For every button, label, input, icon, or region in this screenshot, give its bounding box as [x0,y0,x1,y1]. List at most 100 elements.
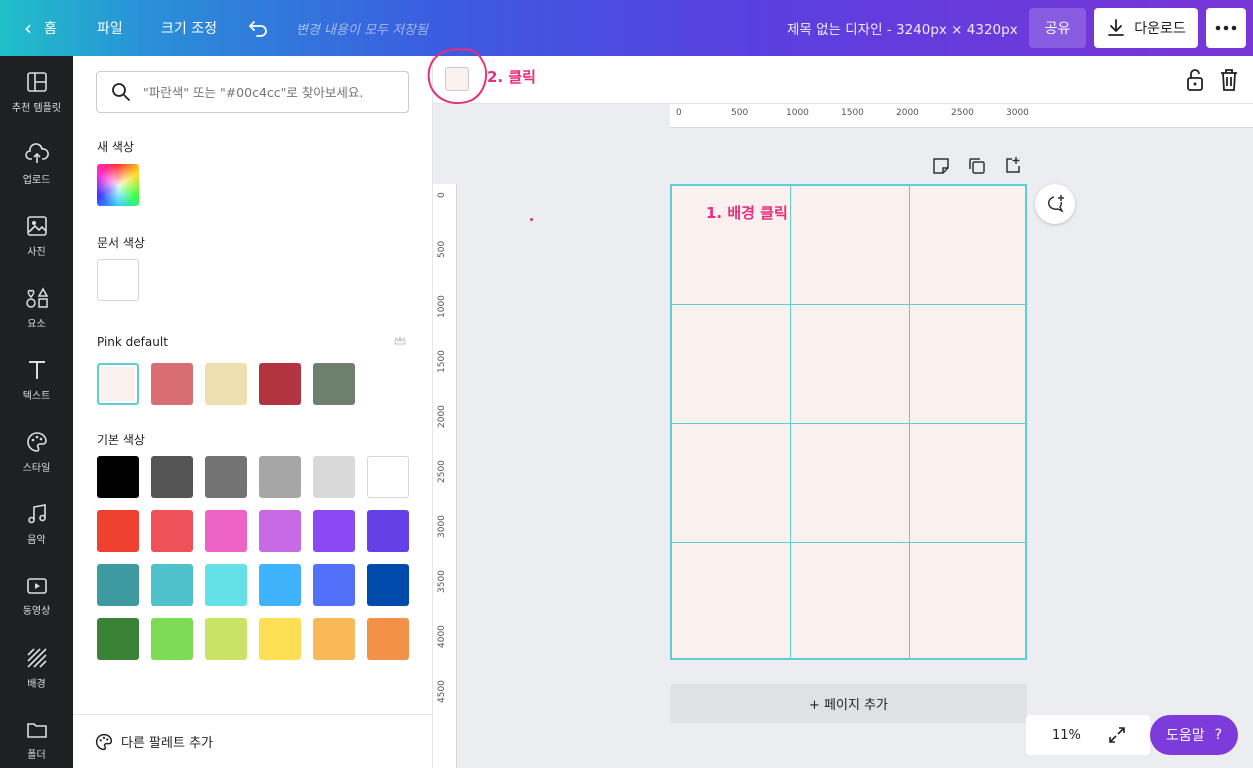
video-icon [26,577,47,594]
chevron-left-icon: ‹ [24,16,32,40]
basic-color-swatch[interactable] [313,618,355,660]
add-comment-button[interactable] [1035,184,1075,224]
color-search-input[interactable] [143,84,393,100]
basic-color-swatch[interactable] [205,564,247,606]
annotation-step-2: 2. 클릭 [487,68,536,86]
document-title[interactable]: 제목 없는 디자인 - 3240px × 4320px [787,0,1018,56]
basic-color-swatch[interactable] [367,564,409,606]
sidebar-item-video[interactable]: 동영상 [0,560,73,632]
annotation-step-1: 1. 배경 클릭 [706,204,788,222]
sidebar-item-upload[interactable]: 업로드 [0,128,73,200]
basic-color-swatch[interactable] [151,510,193,552]
palette-swatch[interactable] [259,363,301,405]
ruler-label: 3500 [437,570,447,593]
basic-color-swatch[interactable] [97,618,139,660]
download-button[interactable]: 다운로드 [1094,8,1198,48]
grid-line [672,542,1025,543]
download-icon [1108,19,1125,36]
basic-color-swatch[interactable] [367,510,409,552]
palette-swatch[interactable] [151,363,193,405]
basic-color-swatch[interactable] [259,564,301,606]
sidebar-item-style[interactable]: 스타일 [0,416,73,488]
basic-color-swatch[interactable] [205,456,247,498]
basic-color-swatch[interactable] [151,456,193,498]
layout-icon [26,71,47,92]
palette-title: Pink default [97,335,168,349]
basic-color-swatch[interactable] [259,456,301,498]
elements-icon [25,286,48,308]
undo-icon [249,21,267,37]
basic-color-swatch[interactable] [259,618,301,660]
more-dots-icon [1215,25,1237,31]
color-search-box[interactable] [96,71,409,113]
basic-color-swatch[interactable] [97,456,139,498]
sidebar-label: 동영상 [22,605,51,617]
sidebar-item-background[interactable]: 배경 [0,632,73,704]
resize-menu[interactable]: 크기 조정 [161,0,217,56]
basic-color-swatch[interactable] [151,564,193,606]
search-icon [112,83,130,101]
design-page[interactable]: 1. 배경 클릭 [670,184,1027,660]
file-menu[interactable]: 파일 [97,0,123,56]
upload-cloud-icon [24,142,49,163]
unlock-icon[interactable] [1185,68,1205,92]
undo-button[interactable] [248,0,268,56]
zoom-control[interactable]: 11% [1026,715,1150,755]
grid-line [672,304,1025,305]
add-page-icon[interactable] [1004,156,1022,174]
add-palette-button[interactable]: 다른 팔레트 추가 [73,714,432,768]
editor-toolbar: 2. 클릭 [427,48,1253,105]
basic-color-swatch[interactable] [97,510,139,552]
basic-color-swatch[interactable] [313,510,355,552]
left-ruler: 0 500 1000 1500 2000 2500 3000 3500 4000… [433,184,457,768]
sidebar-item-templates[interactable]: 추천 템플릿 [0,56,73,128]
trash-icon[interactable] [1219,68,1239,92]
doc-color-swatch[interactable] [97,259,139,301]
duplicate-page-icon[interactable] [968,157,986,175]
new-color-picker[interactable] [97,164,139,206]
doc-color-title: 문서 색상 [97,236,145,250]
basic-color-swatch[interactable] [313,456,355,498]
add-page-button[interactable]: + 페이지 추가 [670,684,1027,723]
grid-line [672,423,1025,424]
ruler-label: 1500 [841,108,864,118]
note-icon[interactable] [932,157,950,175]
ruler-label: 4500 [437,680,447,703]
canvas-workspace: 0 500 1000 1500 2000 2500 3000 0 500 100… [433,104,1253,768]
ruler-label: 4000 [437,625,447,648]
home-button[interactable]: ‹ 홈 [24,0,57,56]
palette-swatch[interactable] [313,363,355,405]
sidebar-label: 추천 템플릿 [11,102,62,114]
new-color-title: 새 색상 [97,140,134,154]
basic-color-swatch[interactable] [151,618,193,660]
palette-swatch[interactable] [205,363,247,405]
help-button[interactable]: 도움말 ? [1150,715,1238,755]
sidebar-item-folder[interactable]: 폴더 [0,704,73,776]
basic-color-swatch[interactable] [259,510,301,552]
more-options-button[interactable] [1206,8,1246,48]
basic-color-swatch[interactable] [367,456,409,498]
ruler-label: 0 [676,108,682,118]
ruler-corner [433,104,670,128]
share-button[interactable]: 공유 [1029,8,1086,48]
ruler-label: 2000 [896,108,919,118]
ruler-label: 1000 [786,108,809,118]
basic-color-swatch[interactable] [367,618,409,660]
basic-color-swatch[interactable] [205,618,247,660]
palette-icon [95,733,113,750]
sidebar-label: 폴더 [27,749,46,761]
sidebar-item-text[interactable]: 텍스트 [0,344,73,416]
sidebar-label: 배경 [27,678,46,690]
ruler-label: 2500 [437,460,447,483]
save-status: 변경 내용이 모두 저장됨 [296,22,428,38]
palette-swatch[interactable] [97,363,139,405]
basic-color-swatch[interactable] [313,564,355,606]
basic-color-swatch[interactable] [97,564,139,606]
sidebar-item-photos[interactable]: 사진 [0,200,73,272]
sidebar-item-elements[interactable]: 요소 [0,272,73,344]
basic-color-swatch[interactable] [205,510,247,552]
music-icon [27,503,46,523]
fullscreen-icon[interactable] [1108,726,1126,744]
question-icon: ? [1214,727,1223,743]
sidebar-item-music[interactable]: 음악 [0,488,73,560]
